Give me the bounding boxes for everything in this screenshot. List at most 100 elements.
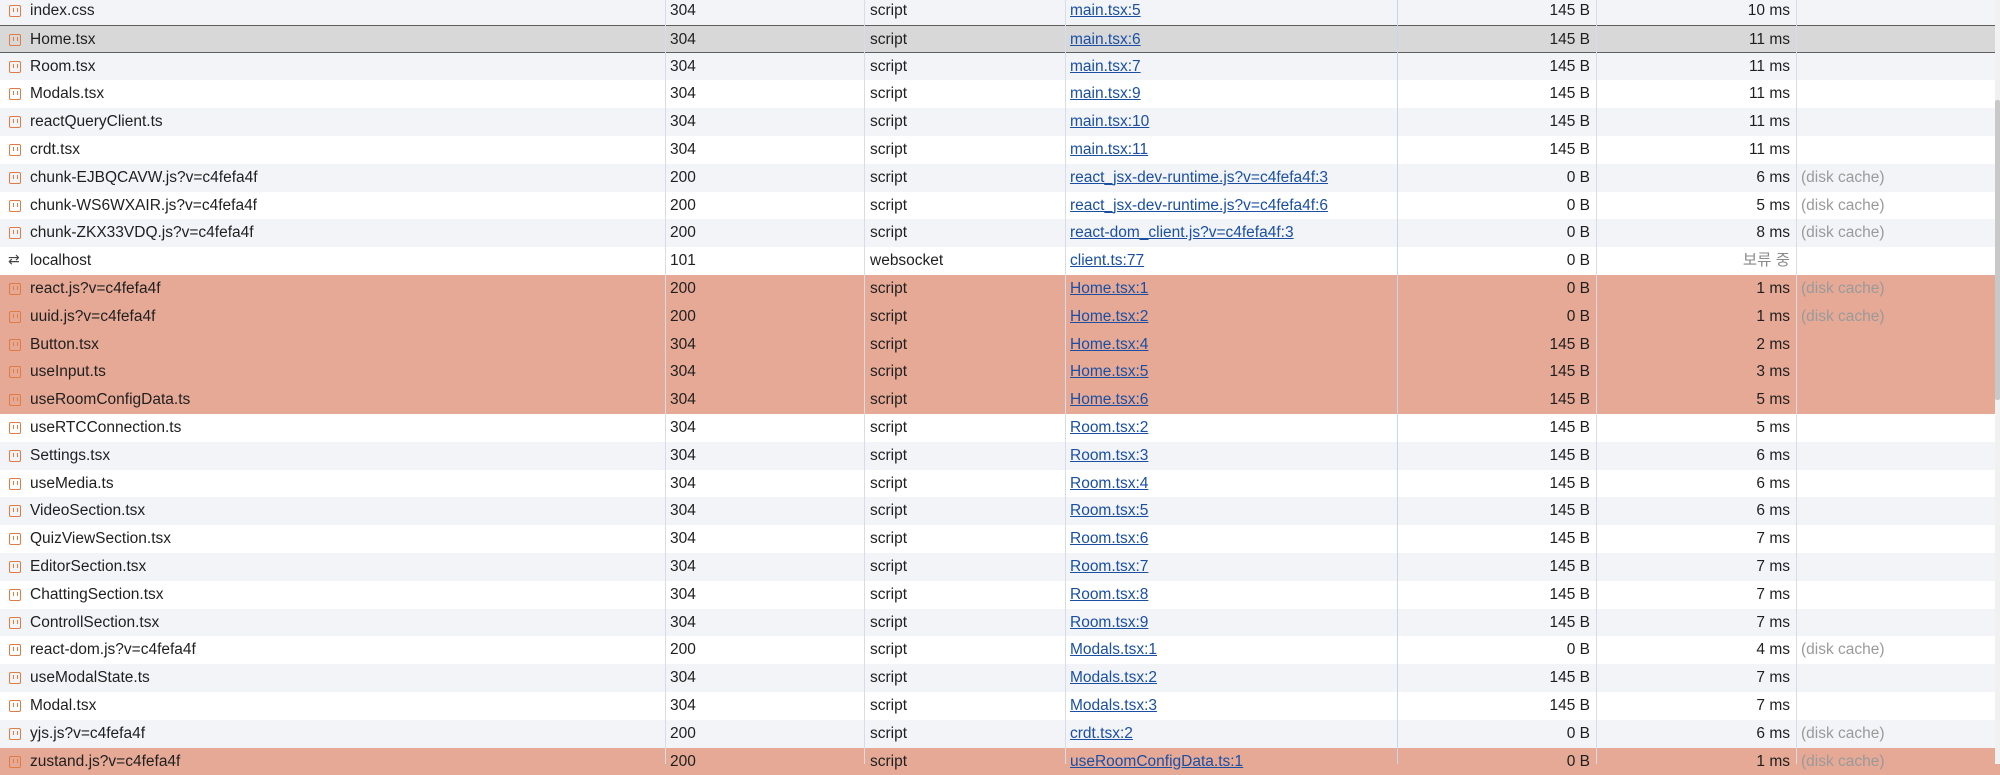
request-row[interactable]: react.js?v=c4fefa4f 200 script Home.tsx:1 0 … bbox=[0, 274, 2000, 303]
request-name[interactable]: Modal.tsx bbox=[30, 692, 660, 720]
request-row[interactable]: yjs.js?v=c4fefa4f 200 script crdt.tsx:2 0 B 6… bbox=[0, 719, 2000, 748]
initiator-link[interactable]: main.tsx:11 bbox=[1070, 141, 1148, 158]
request-row[interactable]: react-dom.js?v=c4fefa4f 200 script Modals.t… bbox=[0, 636, 2000, 664]
request-size: 145 B bbox=[1549, 446, 1590, 464]
request-name[interactable]: useRoomConfigData.ts bbox=[30, 386, 660, 414]
request-row[interactable]: reactQueryClient.ts 304 script main.tsx:10 1… bbox=[0, 108, 2000, 136]
request-name[interactable]: useModalState.ts bbox=[30, 664, 660, 692]
request-row[interactable]: Room.tsx 304 script main.tsx:7 145 B 11 ms bbox=[0, 52, 2000, 81]
vertical-scrollbar[interactable] bbox=[1995, 0, 2000, 764]
request-row[interactable]: useRoomConfigData.ts 304 script Home.tsx:6 1… bbox=[0, 386, 2000, 414]
request-name[interactable]: crdt.tsx bbox=[30, 136, 660, 164]
request-name[interactable]: react.js?v=c4fefa4f bbox=[30, 275, 660, 303]
request-name[interactable]: chunk-EJBQCAVW.js?v=c4fefa4f bbox=[30, 164, 660, 192]
request-row[interactable]: uuid.js?v=c4fefa4f 200 script Home.tsx:2 0 B… bbox=[0, 302, 2000, 331]
request-status: 304 bbox=[670, 85, 696, 103]
request-row[interactable]: useModalState.ts 304 script Modals.tsx:2 145… bbox=[0, 664, 2000, 692]
request-name[interactable]: react-dom.js?v=c4fefa4f bbox=[30, 636, 660, 664]
initiator-link[interactable]: main.tsx:10 bbox=[1070, 113, 1149, 130]
initiator-link[interactable]: main.tsx:9 bbox=[1070, 85, 1141, 102]
request-name[interactable]: Room.tsx bbox=[30, 53, 660, 81]
request-cache-note bbox=[1801, 331, 1991, 359]
initiator-link[interactable]: useRoomConfigData.ts:1 bbox=[1070, 753, 1243, 770]
initiator-link[interactable]: Home.tsx:4 bbox=[1070, 336, 1148, 353]
request-name[interactable]: reactQueryClient.ts bbox=[30, 108, 660, 136]
request-row[interactable]: useMedia.ts 304 script Room.tsx:4 145 B 6 ms bbox=[0, 470, 2000, 498]
request-row[interactable]: Modal.tsx 304 script Modals.tsx:3 145 B 7 ms bbox=[0, 692, 2000, 720]
request-row[interactable]: Home.tsx 304 script main.tsx:6 145 B 11 ms bbox=[0, 24, 2000, 53]
initiator-link[interactable]: Room.tsx:8 bbox=[1070, 586, 1148, 603]
scrollbar-thumb[interactable] bbox=[1995, 100, 2000, 400]
initiator-link[interactable]: main.tsx:5 bbox=[1070, 2, 1141, 19]
request-size: 0 B bbox=[1566, 224, 1590, 242]
request-row[interactable]: ChattingSection.tsx 304 script Room.tsx:8 14… bbox=[0, 581, 2000, 609]
request-row[interactable]: VideoSection.tsx 304 script Room.tsx:5 145 B… bbox=[0, 497, 2000, 526]
request-name[interactable]: zustand.js?v=c4fefa4f bbox=[30, 748, 660, 775]
script-file-icon bbox=[9, 421, 21, 434]
request-name[interactable]: Home.tsx bbox=[30, 26, 660, 52]
request-row[interactable]: zustand.js?v=c4fefa4f 200 script useRoomCon… bbox=[0, 747, 2000, 775]
initiator-link[interactable]: client.ts:77 bbox=[1070, 252, 1144, 269]
request-name[interactable]: Button.tsx bbox=[30, 331, 660, 359]
request-row[interactable]: useRTCConnection.ts 304 script Room.tsx:2 14… bbox=[0, 414, 2000, 442]
request-row[interactable]: chunk-ZKX33VDQ.js?v=c4fefa4f 200 script rea… bbox=[0, 219, 2000, 248]
request-row[interactable]: Modals.tsx 304 script main.tsx:9 145 B 11 ms bbox=[0, 80, 2000, 108]
request-row[interactable]: ControllSection.tsx 304 script Room.tsx:9 14… bbox=[0, 608, 2000, 637]
request-size: 145 B bbox=[1549, 30, 1590, 48]
request-name[interactable]: Modals.tsx bbox=[30, 80, 660, 108]
request-name[interactable]: ControllSection.tsx bbox=[30, 609, 660, 637]
request-name[interactable]: localhost bbox=[30, 247, 660, 275]
request-name[interactable]: chunk-WS6WXAIR.js?v=c4fefa4f bbox=[30, 192, 660, 220]
request-row[interactable]: index.css 304 script main.tsx:5 145 B 10 ms bbox=[0, 0, 2000, 25]
initiator-link[interactable]: react-dom_client.js?v=c4fefa4f:3 bbox=[1070, 224, 1294, 241]
initiator-link[interactable]: Room.tsx:2 bbox=[1070, 419, 1148, 436]
request-row[interactable]: Settings.tsx 304 script Room.tsx:3 145 B 6 ms bbox=[0, 441, 2000, 470]
initiator-link[interactable]: Room.tsx:7 bbox=[1070, 558, 1148, 575]
request-name[interactable]: chunk-ZKX33VDQ.js?v=c4fefa4f bbox=[30, 219, 660, 247]
initiator-link[interactable]: Room.tsx:5 bbox=[1070, 502, 1148, 519]
request-name[interactable]: QuizViewSection.tsx bbox=[30, 525, 660, 553]
initiator-link[interactable]: crdt.tsx:2 bbox=[1070, 725, 1133, 742]
request-name[interactable]: yjs.js?v=c4fefa4f bbox=[30, 720, 660, 748]
request-row[interactable]: ⇄ localhost 101 websocket client.ts:77 0 B 보류 … bbox=[0, 247, 2000, 275]
request-size: 0 B bbox=[1566, 279, 1590, 297]
request-name[interactable]: VideoSection.tsx bbox=[30, 497, 660, 525]
initiator-link[interactable]: Room.tsx:4 bbox=[1070, 475, 1148, 492]
initiator-link[interactable]: Home.tsx:1 bbox=[1070, 280, 1148, 297]
request-size: 145 B bbox=[1549, 585, 1590, 603]
request-name[interactable]: useRTCConnection.ts bbox=[30, 414, 660, 442]
initiator-link[interactable]: Home.tsx:5 bbox=[1070, 363, 1148, 380]
request-name[interactable]: index.css bbox=[30, 0, 660, 25]
request-row[interactable]: chunk-WS6WXAIR.js?v=c4fefa4f 200 script rea… bbox=[0, 192, 2000, 220]
request-time: 7 ms bbox=[1756, 557, 1790, 575]
request-name[interactable]: useMedia.ts bbox=[30, 470, 660, 498]
initiator-link[interactable]: main.tsx:6 bbox=[1070, 31, 1141, 48]
initiator-link[interactable]: Room.tsx:3 bbox=[1070, 447, 1148, 464]
initiator-link[interactable]: react_jsx-dev-runtime.js?v=c4fefa4f:6 bbox=[1070, 197, 1328, 214]
initiator-link[interactable]: main.tsx:7 bbox=[1070, 58, 1141, 75]
initiator-link[interactable]: react_jsx-dev-runtime.js?v=c4fefa4f:3 bbox=[1070, 169, 1328, 186]
request-name[interactable]: Settings.tsx bbox=[30, 442, 660, 470]
request-row[interactable]: Button.tsx 304 script Home.tsx:4 145 B 2 ms bbox=[0, 330, 2000, 359]
request-type: script bbox=[870, 613, 908, 631]
request-status: 304 bbox=[670, 391, 696, 409]
initiator-link[interactable]: Home.tsx:6 bbox=[1070, 391, 1148, 408]
initiator-link[interactable]: Modals.tsx:1 bbox=[1070, 641, 1157, 658]
request-row[interactable]: QuizViewSection.tsx 304 script Room.tsx:6 14… bbox=[0, 525, 2000, 553]
request-row[interactable]: chunk-EJBQCAVW.js?v=c4fefa4f 200 script rea… bbox=[0, 163, 2000, 192]
initiator-link[interactable]: Room.tsx:9 bbox=[1070, 614, 1148, 631]
request-row[interactable]: crdt.tsx 304 script main.tsx:11 145 B 11 ms bbox=[0, 136, 2000, 164]
request-name[interactable]: useInput.ts bbox=[30, 358, 660, 386]
initiator-link[interactable]: Modals.tsx:3 bbox=[1070, 697, 1157, 714]
request-name[interactable]: uuid.js?v=c4fefa4f bbox=[30, 303, 660, 331]
initiator-link[interactable]: Home.tsx:2 bbox=[1070, 308, 1148, 325]
request-name[interactable]: EditorSection.tsx bbox=[30, 553, 660, 581]
initiator-link[interactable]: Room.tsx:6 bbox=[1070, 530, 1148, 547]
request-initiator: react_jsx-dev-runtime.js?v=c4fefa4f:3 bbox=[1070, 164, 1390, 192]
request-row[interactable]: EditorSection.tsx 304 script Room.tsx:7 145 … bbox=[0, 552, 2000, 581]
request-name[interactable]: ChattingSection.tsx bbox=[30, 581, 660, 609]
script-file-icon bbox=[9, 199, 21, 212]
request-row[interactable]: useInput.ts 304 script Home.tsx:5 145 B 3 ms bbox=[0, 358, 2000, 387]
initiator-link[interactable]: Modals.tsx:2 bbox=[1070, 669, 1157, 686]
request-time: 7 ms bbox=[1756, 613, 1790, 631]
